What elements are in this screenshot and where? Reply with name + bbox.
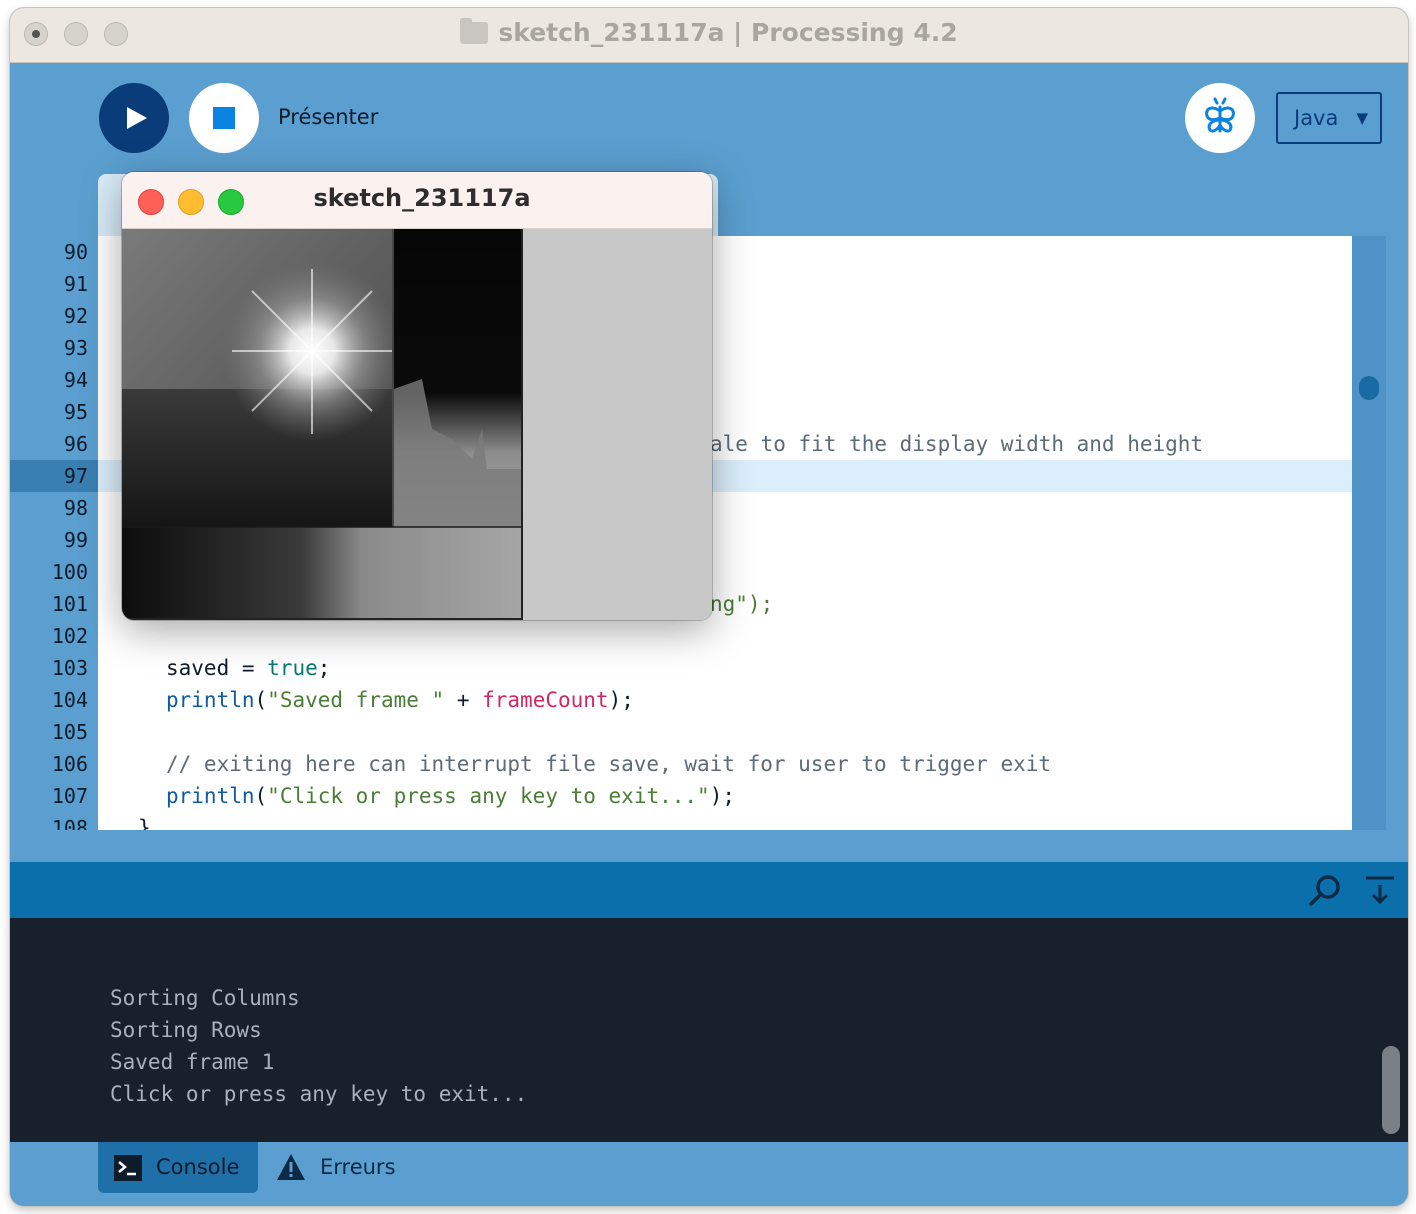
code-line-101: ng"); [710, 588, 773, 620]
play-icon [127, 107, 147, 129]
code-punct: ; [317, 656, 331, 680]
code-function: println [166, 784, 255, 808]
console-scrollbar[interactable] [1376, 918, 1408, 1142]
code-line-104: println("Saved frame " + frameCount); [166, 684, 634, 716]
line-number-gutter: 90 91 92 93 94 95 96 97 98 99 100 101 10… [10, 236, 98, 830]
line-number: 91 [63, 272, 88, 296]
code-op: + [444, 688, 483, 712]
line-number: 105 [51, 720, 88, 744]
code-line-106: // exiting here can interrupt file save,… [166, 752, 1052, 776]
code-line-103: saved = true; [166, 652, 330, 684]
line-number: 100 [51, 560, 88, 584]
console-line: Click or press any key to exit... [110, 1082, 528, 1106]
line-number: 97 [63, 464, 88, 488]
line-number: 99 [63, 528, 88, 552]
code-punct: ( [254, 784, 268, 808]
code-builtin-var: frameCount [482, 688, 609, 712]
tab-console-label: Console [156, 1155, 240, 1179]
title-bar: sketch_231117a | Processing 4.2 [10, 8, 1408, 63]
line-number: 98 [63, 496, 88, 520]
console-line: Saved frame 1 [110, 1050, 275, 1074]
butterfly-icon [1205, 97, 1235, 133]
editor-status-strip [10, 830, 1408, 862]
sketch-window[interactable]: sketch_231117a [122, 172, 712, 620]
line-number: 107 [51, 784, 88, 808]
search-icon[interactable] [1306, 872, 1342, 908]
code-string: "Saved frame " [267, 688, 445, 712]
line-number: 108 [51, 816, 88, 830]
line-number: 94 [63, 368, 88, 392]
editor-scrollbar[interactable] [1352, 236, 1386, 830]
code-punct: ); [709, 784, 735, 808]
download-icon[interactable] [1362, 872, 1398, 908]
line-number: 102 [51, 624, 88, 648]
present-label[interactable]: Présenter [278, 105, 378, 129]
window-title: sketch_231117a | Processing 4.2 [498, 18, 958, 47]
code-string: ng"); [710, 592, 774, 616]
code-line-107: println("Click or press any key to exit.… [166, 780, 735, 812]
code-string: "Click or press any key to exit..." [267, 784, 710, 808]
editor-scroll-thumb[interactable] [1359, 376, 1379, 400]
stop-icon [213, 107, 235, 129]
sketch-title-bar[interactable]: sketch_231117a [122, 172, 712, 229]
code-punct: ); [608, 688, 634, 712]
chevron-down-icon: ▼ [1356, 109, 1368, 127]
console-line: Sorting Rows [110, 1018, 262, 1042]
stop-button[interactable] [189, 83, 259, 153]
code-line-96: ale to fit the display width and height [710, 432, 1204, 456]
console-scroll-thumb[interactable] [1382, 1046, 1400, 1134]
console-header [10, 862, 1408, 918]
code-line-108: } [138, 816, 151, 830]
line-number: 90 [63, 240, 88, 264]
run-button[interactable] [99, 83, 169, 153]
terminal-icon [114, 1155, 142, 1181]
tab-console[interactable]: Console [98, 1142, 258, 1193]
line-number: 103 [51, 656, 88, 680]
line-number: 95 [63, 400, 88, 424]
console-output[interactable]: Sorting Columns Sorting Rows Saved frame… [10, 918, 1376, 1142]
line-number: 93 [63, 336, 88, 360]
code-function: println [166, 688, 255, 712]
code-op: = [229, 656, 268, 680]
folder-icon [460, 18, 489, 44]
line-number: 96 [63, 432, 88, 456]
code-keyword: true [267, 656, 318, 680]
sketch-canvas[interactable] [122, 229, 712, 620]
mode-selector[interactable]: Java ▼ [1276, 92, 1382, 144]
line-number: 106 [51, 752, 88, 776]
code-punct: ( [254, 688, 268, 712]
sorted-photo-image [122, 229, 712, 620]
bottom-tab-bar: Console Erreurs [10, 1142, 1408, 1206]
window-title-wrap: sketch_231117a | Processing 4.2 [10, 18, 1408, 47]
console-line: Sorting Columns [110, 986, 300, 1010]
toolbar: Présenter Java ▼ [10, 63, 1408, 173]
mode-label: Java [1294, 106, 1339, 130]
sketch-title: sketch_231117a [313, 184, 531, 212]
line-number: 101 [51, 592, 88, 616]
code-var: saved [166, 656, 230, 680]
debug-button[interactable] [1185, 83, 1255, 153]
tab-errors[interactable]: Erreurs [320, 1142, 396, 1193]
line-number: 104 [51, 688, 88, 712]
warning-icon[interactable] [276, 1153, 306, 1181]
line-number: 92 [63, 304, 88, 328]
